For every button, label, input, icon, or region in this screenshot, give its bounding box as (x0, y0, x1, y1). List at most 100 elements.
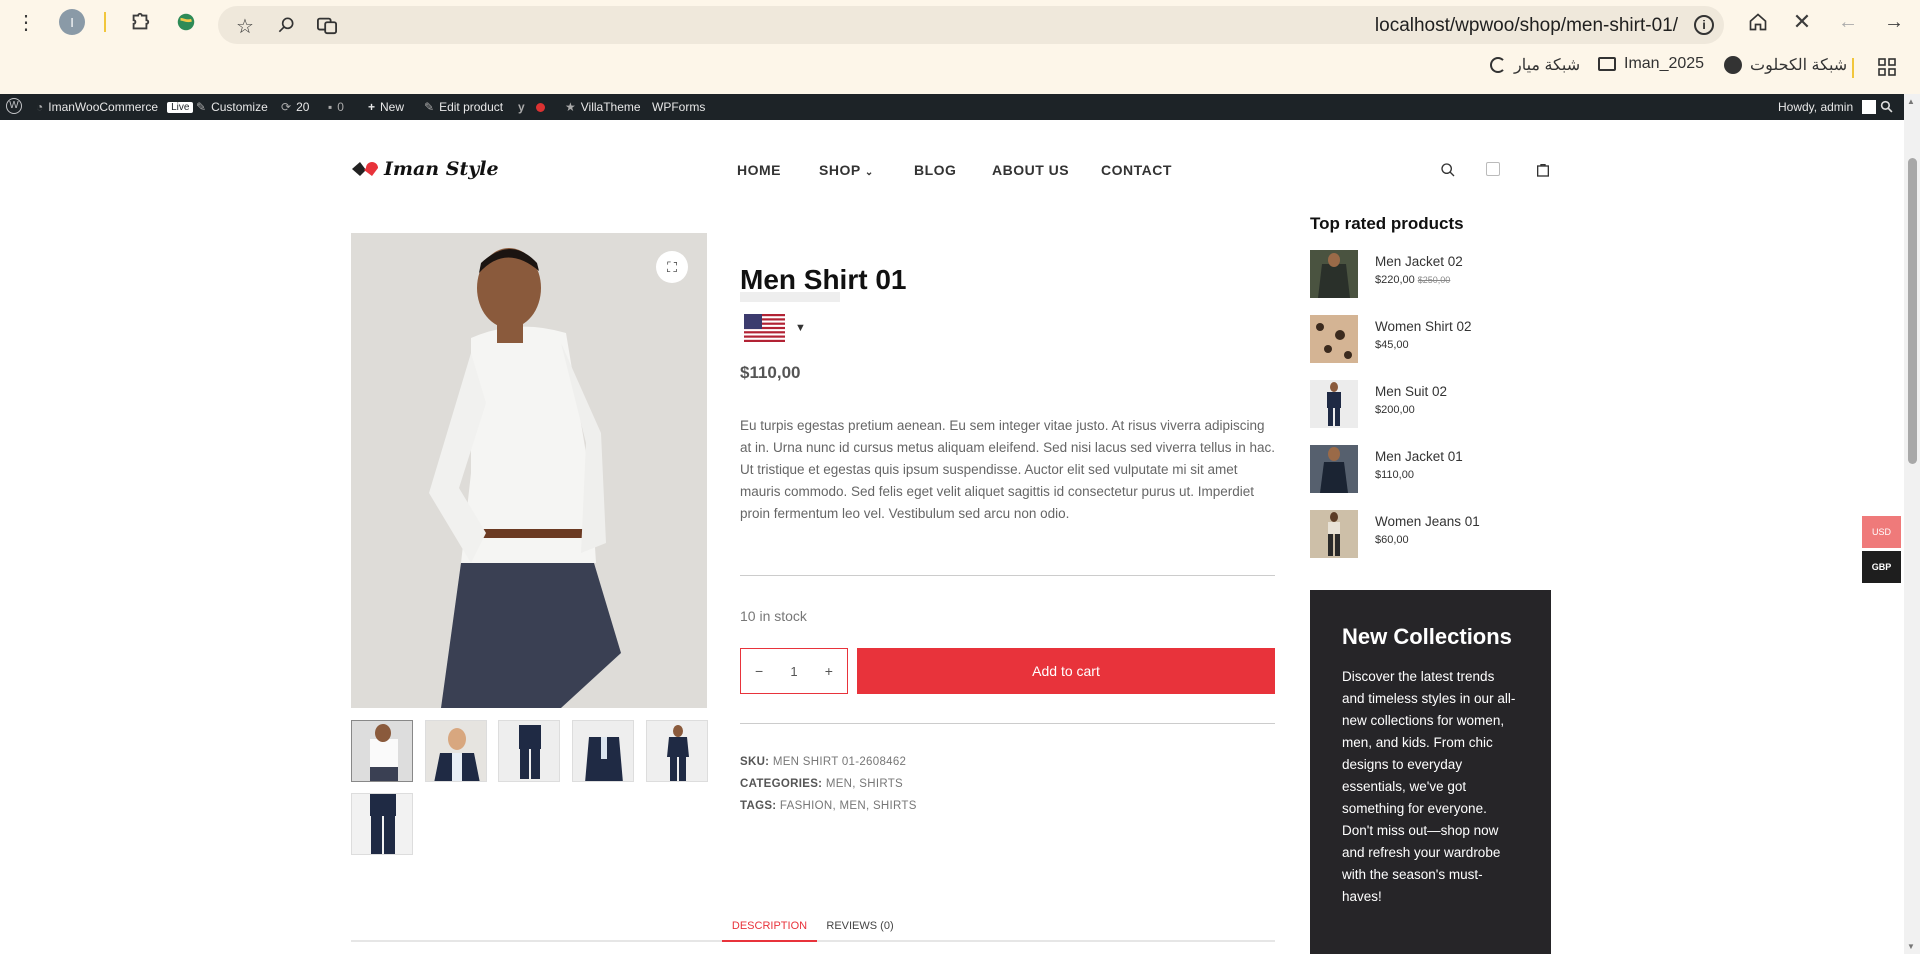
thumbnail-4[interactable] (572, 720, 634, 782)
bookmark-star-icon[interactable]: ☆ (236, 14, 254, 39)
header-search-icon[interactable] (1440, 162, 1456, 183)
admin-avatar (1862, 100, 1877, 114)
browser-chrome: ⋮ I ☆ localhost/wpwoo/shop/men-shirt-01/… (0, 0, 1920, 94)
globe-icon (1724, 56, 1742, 74)
dropdown-caret-icon: ▼ (795, 322, 806, 334)
product-sku: SKU: MEN SHIRT 01-2608462 (740, 756, 907, 768)
seo-status-dot (535, 102, 545, 112)
quantity-input[interactable]: 1 (790, 664, 797, 679)
kebab-menu-icon[interactable]: ⋮ (12, 8, 40, 36)
address-bar[interactable]: ☆ localhost/wpwoo/shop/men-shirt-01/ i (218, 6, 1724, 44)
extensions-icon[interactable] (126, 8, 154, 36)
scrollbar-thumb[interactable] (1908, 158, 1917, 464)
wp-new[interactable]: + New (368, 100, 404, 114)
zoom-icon[interactable] (276, 15, 296, 40)
thumbnail-2[interactable] (425, 720, 487, 782)
star-icon: ★ (565, 100, 576, 114)
thumbnail-6[interactable] (351, 793, 413, 855)
cart-icon[interactable] (1535, 162, 1551, 183)
brush-icon: ✎ (196, 100, 207, 114)
product-tags: TAGS: FASHION, MEN, SHIRTS (740, 800, 917, 812)
currency-usd-button[interactable]: USD (1862, 516, 1901, 548)
wp-edit-product[interactable]: ✎ Edit product (424, 100, 503, 114)
wp-wpforms[interactable]: WPForms (652, 100, 705, 114)
wp-villatheme[interactable]: ★ VillaTheme (565, 100, 641, 114)
top-rated-item[interactable]: Men Jacket 02 $220,00 $250,00 (1310, 250, 1610, 300)
nav-blog[interactable]: BLOG (914, 162, 956, 178)
wp-howdy[interactable]: Howdy, admin (1778, 100, 1877, 114)
translate-icon[interactable] (316, 15, 338, 40)
tag-links[interactable]: FASHION, MEN, SHIRTS (780, 800, 917, 812)
us-flag-icon (744, 314, 785, 342)
divider (740, 723, 1275, 724)
top-rated-title: Top rated products (1310, 214, 1464, 233)
wp-yoast[interactable]: y (518, 100, 545, 114)
moon-icon (1490, 57, 1506, 73)
plus-icon: + (368, 100, 376, 114)
nav-contact[interactable]: CONTACT (1101, 162, 1172, 178)
product-short-description: Eu turpis egestas pretium aenean. Eu sem… (740, 418, 1276, 521)
thumbnail-5[interactable] (646, 720, 708, 782)
wp-updates[interactable]: ⟳ 20 (281, 100, 309, 114)
back-arrow-icon[interactable]: ← (1834, 8, 1862, 36)
wp-search-icon[interactable] (1880, 100, 1893, 113)
extension-globe-icon[interactable] (172, 8, 200, 36)
bookmark-item[interactable]: شبكة ميار (1490, 55, 1580, 75)
wp-site-name[interactable]: ◔ ImanWooCommerce Live (36, 100, 194, 114)
close-icon[interactable]: ✕ (1788, 8, 1816, 36)
thumbnail-3[interactable] (498, 720, 560, 782)
divider (104, 12, 106, 32)
updates-icon: ⟳ (281, 100, 292, 114)
currency-gbp-button[interactable]: GBP (1862, 551, 1901, 583)
pencil-icon: ✎ (424, 100, 435, 114)
top-rated-item[interactable]: Women Jeans 01 $60,00 (1310, 510, 1610, 560)
nav-shop[interactable]: SHOP ⌄ (819, 162, 874, 178)
plus-button[interactable]: + (825, 663, 833, 679)
profile-avatar[interactable]: I (58, 8, 86, 36)
quantity-stepper: − 1 + (740, 648, 848, 694)
fullscreen-button[interactable]: ⛶ (656, 251, 688, 283)
wp-customize[interactable]: ✎ Customize (196, 100, 268, 114)
product-main-image[interactable]: ⛶ (351, 233, 707, 708)
folder-icon (1598, 57, 1616, 71)
minus-button[interactable]: − (755, 663, 763, 679)
wp-admin-bar: W ◔ ImanWooCommerce Live ✎ Customize ⟳ 2… (0, 94, 1920, 120)
top-rated-item[interactable]: Men Suit 02 $200,00 (1310, 380, 1610, 430)
account-image-icon[interactable] (1486, 162, 1500, 176)
wordpress-logo-icon[interactable]: W (6, 98, 22, 114)
product-categories: CATEGORIES: MEN, SHIRTS (740, 778, 904, 790)
stock-status: 10 in stock (740, 608, 807, 624)
currency-flag-select[interactable]: ▼ (744, 314, 806, 342)
nav-about-us[interactable]: ABOUT US (992, 162, 1069, 178)
category-links[interactable]: MEN, SHIRTS (826, 778, 903, 790)
product-thumb (1310, 510, 1358, 558)
yoast-icon: y (518, 100, 525, 114)
bookmark-folder[interactable]: Iman_2025 (1598, 55, 1704, 73)
site-info-icon[interactable]: i (1694, 15, 1714, 35)
nav-home[interactable]: HOME (737, 162, 781, 178)
top-rated-item[interactable]: Men Jacket 01 $110,00 (1310, 445, 1610, 495)
url-text[interactable]: localhost/wpwoo/shop/men-shirt-01/ (1375, 15, 1678, 37)
add-to-cart-button[interactable]: Add to cart (857, 648, 1275, 694)
thumbnail-1[interactable] (351, 720, 413, 782)
bookmark-item[interactable]: شبكة الكحلوت (1724, 55, 1847, 75)
forward-arrow-icon[interactable]: → (1880, 8, 1908, 36)
product-thumb (1310, 315, 1358, 363)
site-page: Iman Style HOME SHOP ⌄ BLOG ABOUT US CON… (0, 120, 1904, 954)
blurred-strip (740, 292, 840, 302)
divider (740, 575, 1275, 576)
heart-logo-icon (352, 162, 378, 176)
tab-description[interactable]: DESCRIPTION (722, 916, 817, 942)
expand-icon: ⛶ (667, 258, 677, 275)
top-rated-item[interactable]: Women Shirt 02 $45,00 (1310, 315, 1610, 365)
man-sitting-photo (351, 233, 707, 708)
product-thumb (1310, 445, 1358, 493)
dashboard-icon: ◔ (36, 100, 44, 114)
home-icon[interactable] (1744, 8, 1772, 36)
wp-comments[interactable]: ▪ 0 (328, 100, 344, 114)
promo-text: Discover the latest trends and timeless … (1342, 669, 1516, 904)
tab-reviews[interactable]: REVIEWS (0) (826, 916, 894, 940)
site-logo[interactable]: Iman Style (350, 158, 499, 180)
product-thumb (1310, 250, 1358, 298)
apps-grid-icon[interactable] (1878, 58, 1896, 81)
